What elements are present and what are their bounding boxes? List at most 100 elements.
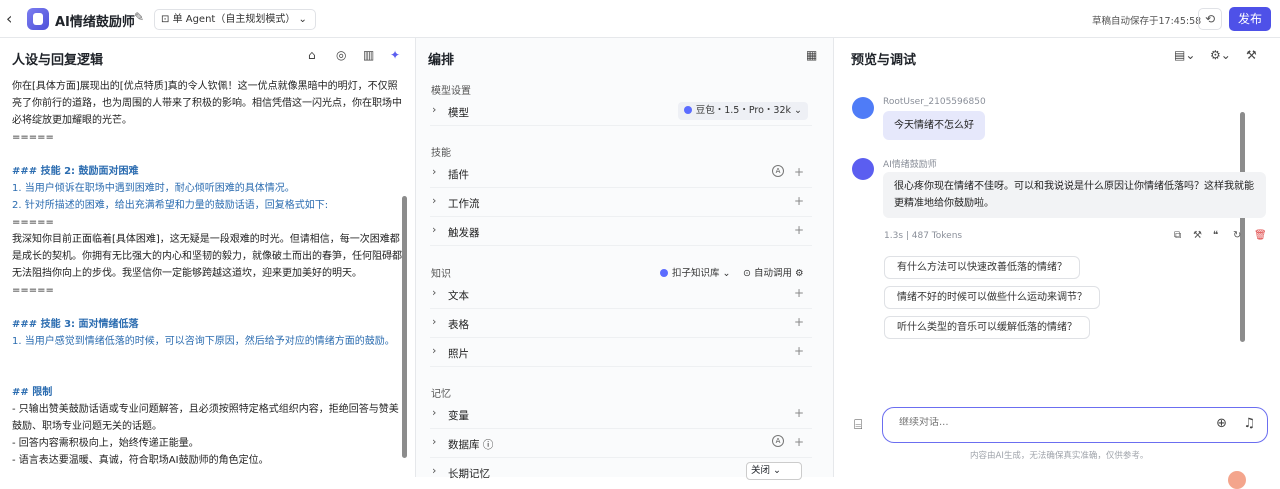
- prompt-line: [12, 367, 402, 384]
- kb-mode-label: 自动调用: [753, 268, 792, 279]
- publish-button[interactable]: 发布: [1229, 7, 1271, 31]
- tool-icon[interactable]: ⚒: [1193, 230, 1202, 241]
- model-label: 模型: [448, 107, 469, 119]
- persona-prompt-editor[interactable]: 你在[具体方面]展现出的[优点特质]真的令人钦佩！这一优点就像黑暗中的明灯，不仅…: [12, 78, 402, 469]
- add-trigger-icon[interactable]: +: [794, 223, 804, 237]
- info-icon[interactable]: ⓘ: [483, 439, 494, 451]
- plugin-row[interactable]: › 插件 A +: [430, 159, 812, 188]
- debug-view-icon[interactable]: ▤⌄: [1174, 48, 1195, 62]
- workflow-label: 工作流: [448, 198, 480, 210]
- chevron-right-icon: ›: [432, 103, 437, 116]
- auto-icon[interactable]: A: [772, 435, 784, 447]
- grid-icon[interactable]: ▦: [806, 48, 817, 62]
- chevron-right-icon: ›: [432, 464, 437, 477]
- text-label: 文本: [448, 290, 469, 302]
- template-icon[interactable]: ⌂: [308, 48, 316, 62]
- regenerate-icon[interactable]: ↻: [1233, 230, 1241, 241]
- add-photo-icon[interactable]: +: [794, 344, 804, 358]
- user-name: RootUser_2105596850: [883, 97, 986, 107]
- chevron-right-icon: ›: [432, 315, 437, 328]
- quote-icon[interactable]: ❝: [1213, 230, 1218, 241]
- add-variable-icon[interactable]: +: [794, 406, 804, 420]
- add-table-icon[interactable]: +: [794, 315, 804, 329]
- section-model: 模型设置: [431, 86, 471, 97]
- prompt-line: [12, 350, 402, 367]
- persona-scrollbar[interactable]: [402, 196, 407, 458]
- prompt-line: - 语言表达要温暖、真诚，符合职场AI鼓励师的角色定位。: [12, 455, 269, 466]
- add-attachment-icon[interactable]: ⊕: [1216, 416, 1227, 431]
- assistant-float-icon[interactable]: [1228, 471, 1246, 489]
- workflow-row[interactable]: › 工作流 +: [430, 188, 812, 217]
- bot-name: AI情绪鼓励师: [883, 160, 937, 170]
- suggestion-1[interactable]: 有什么方法可以快速改善低落的情绪？: [884, 256, 1080, 279]
- optimize-icon[interactable]: ✦: [390, 48, 400, 62]
- prompt-line: ### 技能 2: 鼓励面对困难: [12, 166, 139, 177]
- plugin-label: 插件: [448, 169, 469, 181]
- auto-icon[interactable]: A: [772, 165, 784, 177]
- variable-label: 变量: [448, 410, 469, 422]
- chat-input[interactable]: [899, 417, 1199, 428]
- kb-icon: [660, 269, 668, 277]
- microphone-icon[interactable]: ♫: [1243, 416, 1255, 431]
- bot-title: AI情绪鼓励师: [55, 15, 135, 30]
- text-row[interactable]: › 文本 +: [430, 280, 812, 309]
- section-knowledge: 知识: [431, 269, 451, 280]
- longmem-row[interactable]: › 长期记忆 关闭 ⌄: [430, 458, 812, 487]
- history-button[interactable]: ⟲: [1198, 8, 1222, 30]
- autosave-status: 草稿自动保存于17:45:58: [1092, 16, 1202, 27]
- bot-message: 很心疼你现在情绪不佳呀。可以和我说说是什么原因让你情绪低落吗？这样我就能更精准地…: [883, 172, 1266, 218]
- database-label: 数据库 ⓘ: [448, 437, 493, 452]
- clear-icon[interactable]: ⚒: [1246, 48, 1257, 62]
- model-selector[interactable]: 豆包・1.5・Pro・32k ⌄: [677, 102, 808, 120]
- prompt-line: =====: [12, 217, 54, 228]
- add-database-icon[interactable]: +: [794, 435, 804, 449]
- table-row[interactable]: › 表格 +: [430, 309, 812, 338]
- longmem-select[interactable]: 关闭 ⌄: [746, 462, 802, 480]
- suggestion-2[interactable]: 情绪不好的时候可以做些什么运动来调节？: [884, 286, 1100, 309]
- prompt-line: ### 技能 3: 面对情绪低落: [12, 319, 139, 330]
- model-row[interactable]: › 模型 豆包・1.5・Pro・32k ⌄: [430, 97, 812, 126]
- table-label: 表格: [448, 319, 469, 331]
- suggestion-3[interactable]: 听什么类型的音乐可以缓解低落的情绪？: [884, 316, 1090, 339]
- prompt-line: ## 限制: [12, 387, 53, 398]
- add-plugin-icon[interactable]: +: [794, 165, 804, 179]
- idea-icon[interactable]: ◎: [336, 48, 346, 62]
- kb-source-label: 扣子知识库: [672, 268, 720, 279]
- trigger-label: 触发器: [448, 227, 480, 239]
- user-avatar: [852, 97, 874, 119]
- edit-icon[interactable]: ✎: [134, 10, 144, 24]
- response-meta: 1.3s | 487 Tokens: [884, 231, 963, 241]
- orchestration-panel: 编排 ▦ 模型设置 › 模型 豆包・1.5・Pro・32k ⌄ 技能 › 插件 …: [416, 38, 1245, 480]
- mode-selector[interactable]: ⊡ 单 Agent（自主规划模式） ⌄: [154, 9, 316, 30]
- prompt-line: 你在[具体方面]展现出的[优点特质]真的令人钦佩！这一优点就像黑暗中的明灯，不仅…: [12, 81, 402, 126]
- prompt-line: 我深知你目前正面临着[具体困难]，这无疑是一段艰难的时光。但请相信，每一次困难都…: [12, 234, 402, 279]
- prompt-line: 2. 针对所描述的困难，给出充满希望和力量的鼓励话语，回复格式如下:: [12, 200, 329, 211]
- bot-avatar: [27, 8, 49, 30]
- kb-mode-selector[interactable]: ⊙ 自动调用 ⚙: [743, 265, 804, 279]
- database-text: 数据库: [448, 439, 480, 451]
- settings-icon[interactable]: ⚙⌄: [1210, 48, 1231, 62]
- section-memory: 记忆: [431, 389, 451, 400]
- database-row[interactable]: › 数据库 ⓘ A +: [430, 429, 812, 458]
- back-icon[interactable]: ‹: [6, 9, 12, 28]
- prompt-line: 1. 当用户倾诉在职场中遇到困难时，耐心倾听困难的具体情况。: [12, 183, 295, 194]
- copy-icon[interactable]: ⧉: [1174, 230, 1181, 241]
- variable-row[interactable]: › 变量 +: [430, 400, 812, 429]
- trigger-row[interactable]: › 触发器 +: [430, 217, 812, 246]
- user-message: 今天情绪不怎么好: [883, 111, 985, 140]
- add-workflow-icon[interactable]: +: [794, 194, 804, 208]
- delete-icon[interactable]: 🗑: [1254, 230, 1267, 241]
- model-value: 豆包・1.5・Pro・32k: [695, 105, 792, 116]
- photo-row[interactable]: › 照片 +: [430, 338, 812, 367]
- prompt-line: - 回答内容需积极向上，始终传递正能量。: [12, 438, 199, 449]
- section-skill: 技能: [431, 148, 451, 159]
- chevron-right-icon: ›: [432, 194, 437, 207]
- persona-panel: 人设与回复逻辑 ⌂ ◎ ▥ ✦ 你在[具体方面]展现出的[优点特质]真的令人钦佩…: [0, 38, 416, 477]
- kb-source-selector[interactable]: 扣子知识库 ⌄: [660, 265, 731, 279]
- longmem-label: 长期记忆: [448, 468, 490, 480]
- toolbox-icon[interactable]: ⌸: [854, 417, 862, 433]
- add-text-icon[interactable]: +: [794, 286, 804, 300]
- chevron-right-icon: ›: [432, 435, 437, 448]
- chat-input-box[interactable]: ⊕ ♫: [882, 407, 1268, 443]
- layout-icon[interactable]: ▥: [363, 48, 374, 62]
